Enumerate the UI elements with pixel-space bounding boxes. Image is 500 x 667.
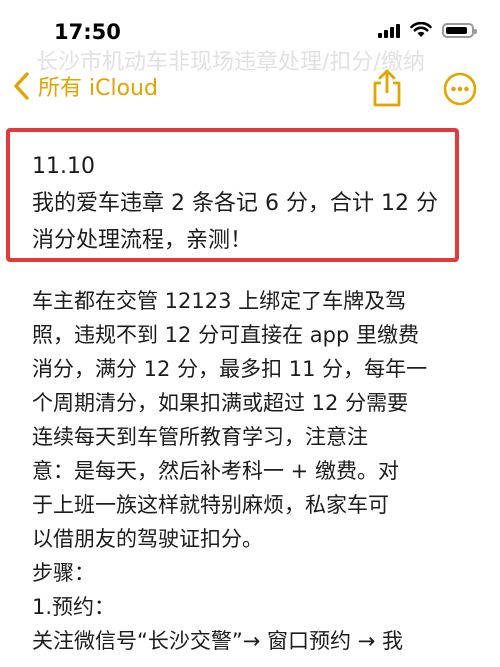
share-icon[interactable]: [369, 68, 405, 108]
cellular-signal-icon: [378, 22, 400, 38]
body-line: 消分，满分 12 分，最多扣 11 分，每年一: [32, 357, 428, 381]
body-line: 于上班一族这样就特别麻烦，私家车可: [32, 493, 389, 517]
body-line: 意：是每天，然后补考科一 + 缴费。对: [32, 459, 399, 483]
note-summary-line: 消分处理流程，亲测！: [32, 228, 253, 253]
status-time: 17:50: [54, 20, 121, 44]
body-line: 连续每天到车管所教育学习，注意注: [32, 425, 368, 449]
body-line: 个周期清分，如果扣满或超过 12 分需要: [32, 391, 409, 415]
body-line: 关注微信号“长沙交警”→ 窗口预约 → 我: [32, 629, 403, 653]
body-line: 车主都在交管 12123 上绑定了车牌及驾: [32, 289, 407, 313]
note-date: 11.10: [32, 154, 95, 179]
note-summary-line: 我的爱车违章 2 条各记 6 分，合计 12 分: [32, 191, 438, 216]
ellipsis-circle-icon[interactable]: [443, 72, 477, 106]
note-body[interactable]: 车主都在交管 12123 上绑定了车牌及驾 照，违规不到 12 分可直接在 ap…: [32, 284, 468, 658]
back-label: 所有 iCloud: [38, 76, 158, 101]
wifi-icon: [410, 22, 432, 37]
body-line: 照，违规不到 12 分可直接在 app 里缴费: [32, 323, 419, 347]
steps-heading: 步骤：: [32, 561, 95, 585]
status-icons: [378, 22, 477, 38]
battery-icon: [442, 22, 477, 38]
back-button[interactable]: 所有 iCloud: [10, 70, 158, 102]
navigation-bar: 所有 iCloud: [0, 62, 500, 118]
step-title: 1.预约：: [32, 595, 116, 619]
body-line: 以借朋友的驾驶证扣分。: [32, 527, 263, 551]
chevron-left-icon: [14, 72, 29, 100]
note-heading[interactable]: 11.10 我的爱车违章 2 条各记 6 分，合计 12 分 消分处理流程，亲测…: [32, 148, 462, 259]
